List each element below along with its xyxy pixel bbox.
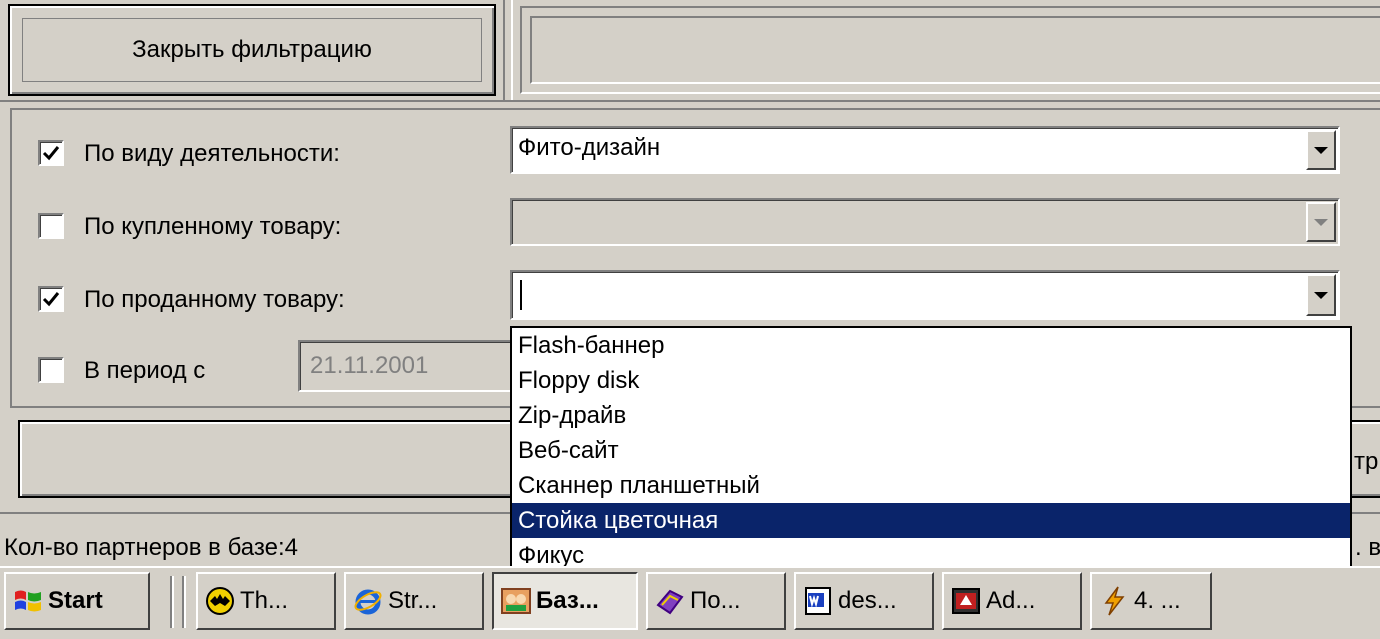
sold-dropdown-button[interactable] xyxy=(1306,274,1336,316)
task-label-7: 4. ... xyxy=(1134,587,1181,614)
activity-select[interactable]: Фито-дизайн xyxy=(510,126,1340,174)
close-filter-label: Закрыть фильтрацию xyxy=(132,36,372,63)
bought-dropdown-button[interactable] xyxy=(1306,202,1336,242)
activity-dropdown-button[interactable] xyxy=(1306,130,1336,170)
chevron-down-icon xyxy=(1314,146,1328,154)
task-label-3: Баз... xyxy=(536,587,599,614)
dropdown-option[interactable]: Zip-драйв xyxy=(512,398,1350,433)
task-button-2[interactable]: Str... xyxy=(344,572,484,630)
task-button-6[interactable]: Ad... xyxy=(942,572,1082,630)
chevron-down-icon xyxy=(1314,218,1328,226)
bought-label: По купленному товару: xyxy=(84,213,342,240)
lightning-icon xyxy=(1104,586,1125,616)
task-label-4: По... xyxy=(690,587,741,614)
task-label-5: des... xyxy=(838,587,897,614)
taskbar-separator xyxy=(170,576,174,628)
task-button-4[interactable]: По... xyxy=(646,572,786,630)
bought-checkbox[interactable] xyxy=(38,213,64,239)
database-app-icon xyxy=(501,588,531,614)
close-filter-button[interactable]: Закрыть фильтрацию xyxy=(8,4,496,96)
book-icon xyxy=(656,589,684,615)
sold-select[interactable] xyxy=(510,270,1340,320)
task-label-1: Th... xyxy=(240,587,289,614)
dropdown-option[interactable]: Стойка цветочная xyxy=(512,503,1350,538)
chevron-down-icon xyxy=(1314,291,1328,299)
taskbar-separator xyxy=(182,576,186,628)
word-icon xyxy=(805,587,831,615)
status-right-partial: . в xyxy=(1355,534,1380,561)
dropdown-option[interactable]: Floppy disk xyxy=(512,363,1350,398)
activity-label: По виду деятельности: xyxy=(84,140,340,167)
task-button-5[interactable]: des... xyxy=(794,572,934,630)
ie-icon xyxy=(354,589,382,615)
task-label-2: Str... xyxy=(388,587,438,614)
start-button[interactable]: Start xyxy=(4,572,150,630)
right-top-panel xyxy=(520,6,1380,94)
start-label: Start xyxy=(48,587,103,614)
activity-select-value: Фито-дизайн xyxy=(518,134,661,161)
check-icon xyxy=(42,146,60,161)
task-button-1[interactable]: Th... xyxy=(196,572,336,630)
dropdown-option[interactable]: Сканнер планшетный xyxy=(512,468,1350,503)
task-button-3[interactable]: Баз... xyxy=(492,572,638,630)
dropdown-option[interactable]: Веб-сайт xyxy=(512,433,1350,468)
windows-logo-icon xyxy=(15,590,41,612)
period-checkbox[interactable] xyxy=(38,357,64,383)
sold-label: По проданному товару: xyxy=(84,286,345,313)
period-label: В период с xyxy=(84,357,206,384)
apply-filter-label-partial: тр xyxy=(1354,448,1379,475)
period-from-value: 21.11.2001 xyxy=(310,352,429,379)
activity-checkbox[interactable] xyxy=(38,140,64,166)
acrobat-icon xyxy=(952,588,980,614)
sold-checkbox[interactable] xyxy=(38,286,64,312)
bat-icon xyxy=(206,587,234,615)
text-cursor xyxy=(520,280,522,310)
partners-count: Кол-во партнеров в базе:4 xyxy=(4,534,298,561)
sold-dropdown-list[interactable]: Flash-баннер Floppy disk Zip-драйв Веб-сайт… xyxy=(510,326,1352,574)
bought-select[interactable] xyxy=(510,198,1340,246)
period-from-field[interactable]: 21.11.2001 xyxy=(298,340,518,392)
dropdown-option[interactable]: Flash-баннер xyxy=(512,328,1350,363)
task-label-6: Ad... xyxy=(986,587,1036,614)
task-button-7[interactable]: 4. ... xyxy=(1090,572,1212,630)
check-icon xyxy=(42,292,60,307)
panel-divider xyxy=(503,0,513,100)
